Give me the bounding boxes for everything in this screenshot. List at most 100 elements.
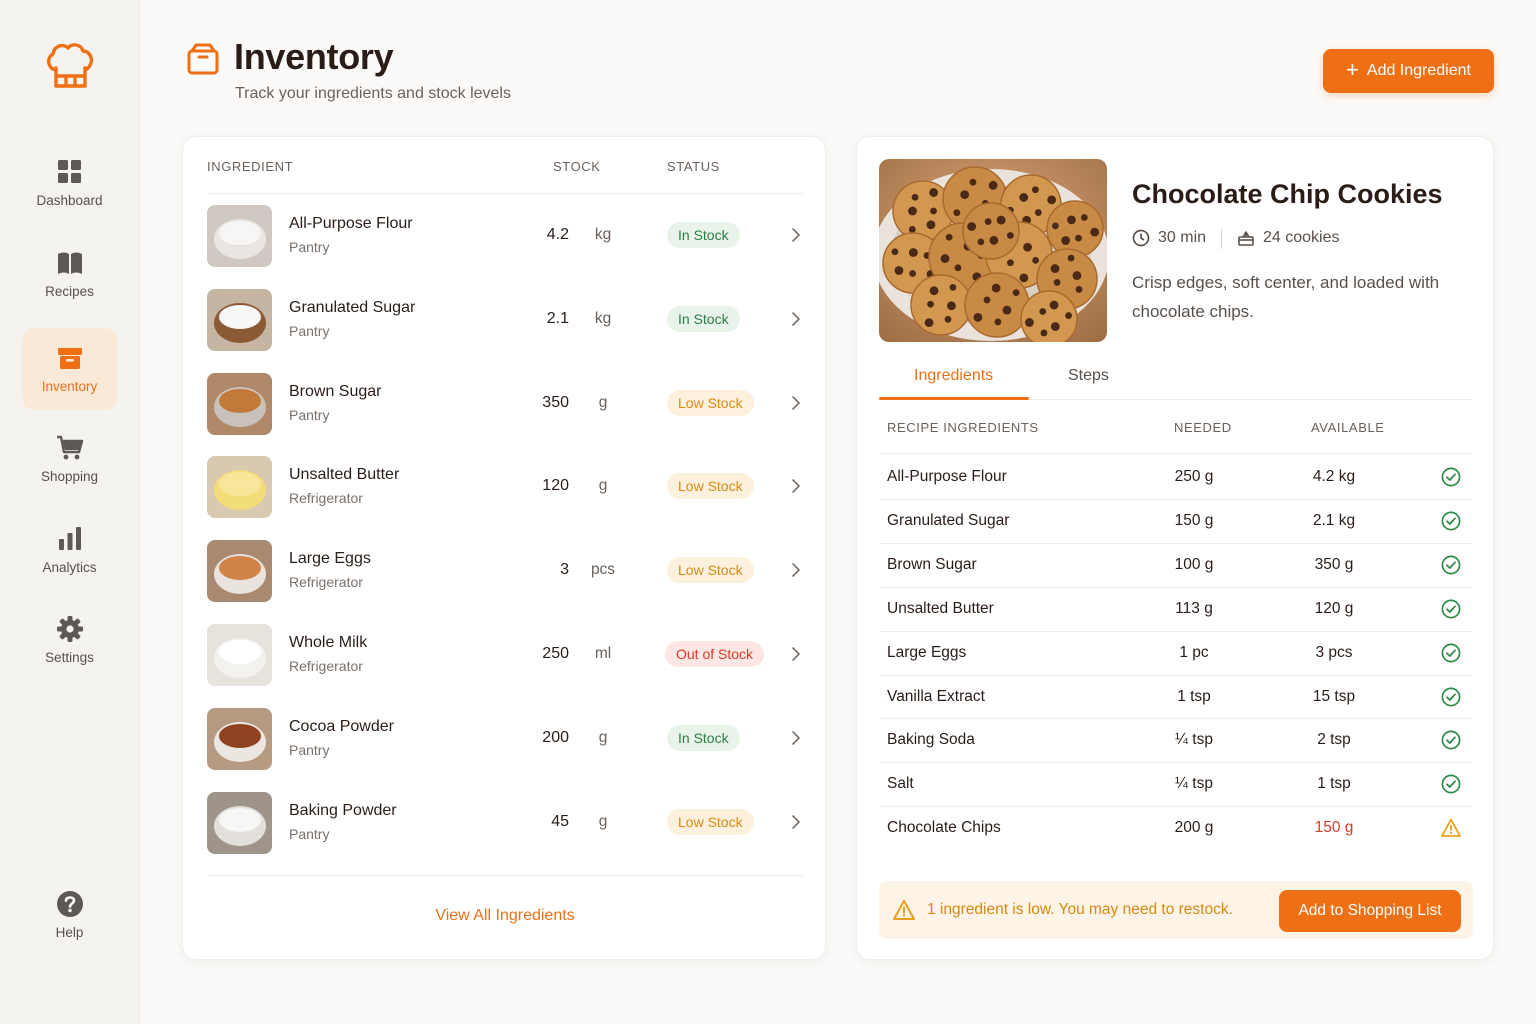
ingredient-location: Pantry xyxy=(289,741,330,758)
recipe-ingredient-row: Chocolate Chips 200 g 150 g xyxy=(879,806,1473,850)
check-circle-icon xyxy=(1441,467,1461,487)
inventory-row[interactable]: All-Purpose Flour Pantry 4.2 kg In Stock xyxy=(207,193,803,277)
ingredient-thumbnail xyxy=(207,288,272,351)
ingredient-name: Granulated Sugar xyxy=(289,298,416,316)
chevron-right-icon[interactable] xyxy=(791,478,801,494)
inventory-row[interactable]: Baking Powder Pantry 45 g Low Stock xyxy=(207,780,803,864)
recipe-ingredient-available: 120 g xyxy=(1314,599,1354,617)
inventory-row[interactable]: Unsalted Butter Refrigerator 120 g Low S… xyxy=(207,444,803,528)
recipe-ingredient-row: Vanilla Extract 1 tsp 15 tsp xyxy=(879,675,1473,719)
divider xyxy=(207,875,803,876)
sidebar-item-settings[interactable]: Settings xyxy=(22,599,117,681)
sidebar-item-recipes[interactable]: Recipes xyxy=(22,233,117,315)
recipe-ingredient-available: 15 tsp xyxy=(1312,687,1356,705)
ingredient-name: All-Purpose Flour xyxy=(289,215,413,232)
ingredient-location: Pantry xyxy=(289,406,330,423)
chevron-right-icon[interactable] xyxy=(791,395,801,411)
ingredient-thumbnail xyxy=(207,205,272,267)
sidebar-item-dashboard[interactable]: Dashboard xyxy=(22,142,117,224)
status-badge: Low Stock xyxy=(667,808,754,835)
inventory-row[interactable]: Brown Sugar Pantry 350 g Low Stock xyxy=(207,361,803,445)
inventory-table-card: INGREDIENT STOCK STATUS All-Purpose Flou… xyxy=(182,136,826,960)
ingredient-quantity: 350 xyxy=(542,393,569,411)
sidebar-item-label: Help xyxy=(55,925,84,940)
recipe-time: 30 min xyxy=(1132,229,1206,247)
ingredient-unit: g xyxy=(598,477,608,495)
recipe-ingredient-name: Granulated Sugar xyxy=(887,511,1010,529)
add-ingredient-button[interactable]: + Add Ingredient xyxy=(1323,49,1494,93)
inventory-row[interactable]: Large Eggs Refrigerator 3 pcs Low Stock xyxy=(207,528,803,612)
ingredient-unit: g xyxy=(598,393,608,411)
recipe-ingredient-needed: 250 g xyxy=(1174,468,1214,485)
recipe-ingredient-available: 350 g xyxy=(1314,555,1354,573)
ingredient-location: Pantry xyxy=(289,825,330,842)
chevron-right-icon[interactable] xyxy=(791,562,801,578)
recipe-ingredient-needed: ¼ tsp xyxy=(1175,775,1213,793)
ingredient-name: Large Eggs xyxy=(289,550,371,568)
recipe-ingredient-name: All-Purpose Flour xyxy=(887,468,1007,485)
low-stock-alert: 1 ingredient is low. You may need to res… xyxy=(879,881,1473,939)
ingredient-thumbnail xyxy=(207,456,272,519)
recipe-ingredient-needed: 100 g xyxy=(1174,555,1214,573)
status-badge: Out of Stock xyxy=(665,641,765,667)
warning-icon xyxy=(1441,818,1461,838)
sidebar: Dashboard Recipes Inventory Shopping Ana… xyxy=(0,0,140,1024)
ingredient-thumbnail xyxy=(207,540,272,603)
check-circle-icon xyxy=(1441,730,1461,750)
page-subtitle: Track your ingredients and stock levels xyxy=(235,85,511,102)
ingredient-unit: kg xyxy=(594,309,612,327)
recipe-ingredient-row: All-Purpose Flour 250 g 4.2 kg xyxy=(879,455,1473,499)
recipe-ingredient-name: Baking Soda xyxy=(887,731,975,749)
recipe-title: Chocolate Chip Cookies xyxy=(1132,179,1443,209)
ingredient-name: Cocoa Powder xyxy=(289,717,394,735)
ingredient-name: Brown Sugar xyxy=(289,382,382,400)
recipe-ingredient-name: Vanilla Extract xyxy=(887,687,985,705)
sidebar-item-shopping[interactable]: Shopping xyxy=(22,418,117,500)
ingredient-unit: g xyxy=(598,812,608,830)
recipe-ingredient-available: 2 tsp xyxy=(1317,731,1351,749)
sidebar-item-label: Dashboard xyxy=(36,193,103,208)
chevron-right-icon[interactable] xyxy=(791,227,801,243)
chef-hat-icon[interactable] xyxy=(44,40,96,90)
ingredient-location: Pantry xyxy=(289,322,330,339)
recipe-ingredient-row: Brown Sugar 100 g 350 g xyxy=(879,543,1473,587)
tab-ingredients[interactable]: Ingredients xyxy=(914,367,993,385)
add-to-shopping-list-button[interactable]: Add to Shopping List xyxy=(1279,890,1461,932)
chevron-right-icon[interactable] xyxy=(791,311,801,327)
ingredient-thumbnail xyxy=(207,791,272,854)
chevron-right-icon[interactable] xyxy=(791,646,801,662)
recipe-ingredient-needed: 1 pc xyxy=(1179,643,1209,661)
status-badge: In Stock xyxy=(667,222,740,248)
ingredient-quantity: 45 xyxy=(551,812,569,830)
status-badge: Low Stock xyxy=(667,557,754,584)
ingredient-location: Refrigerator xyxy=(289,490,363,507)
recipe-ingredient-available: 1 tsp xyxy=(1317,775,1351,793)
status-badge: Low Stock xyxy=(667,473,754,500)
recipe-ingredient-name: Unsalted Butter xyxy=(887,599,994,617)
sidebar-item-analytics[interactable]: Analytics xyxy=(22,509,117,591)
sidebar-item-inventory[interactable]: Inventory xyxy=(22,328,117,410)
recipe-ingredient-name: Brown Sugar xyxy=(887,555,977,573)
chevron-right-icon[interactable] xyxy=(791,814,801,830)
recipe-ingredient-available: 2.1 kg xyxy=(1312,511,1356,529)
recipe-ingredient-row: Salt ¼ tsp 1 tsp xyxy=(879,762,1473,806)
inventory-row[interactable]: Granulated Sugar Pantry 2.1 kg In Stock xyxy=(207,277,803,361)
status-badge: In Stock xyxy=(667,305,740,332)
check-circle-icon xyxy=(1441,774,1461,794)
divider xyxy=(1221,229,1222,249)
ingredient-quantity: 250 xyxy=(542,645,569,662)
recipe-ingredient-row: Large Eggs 1 pc 3 pcs xyxy=(879,631,1473,675)
plus-icon: + xyxy=(1346,57,1359,82)
recipe-ingredient-row: Baking Soda ¼ tsp 2 tsp xyxy=(879,718,1473,762)
tab-steps[interactable]: Steps xyxy=(1068,367,1109,385)
recipe-yield: 24 cookies xyxy=(1237,229,1340,247)
inventory-row[interactable]: Whole Milk Refrigerator 250 ml Out of St… xyxy=(207,612,803,696)
chevron-right-icon[interactable] xyxy=(791,730,801,746)
ingredient-quantity: 200 xyxy=(542,728,569,746)
sidebar-item-label: Recipes xyxy=(45,284,94,299)
sidebar-item-help[interactable]: Help xyxy=(22,874,117,956)
inventory-row[interactable]: Cocoa Powder Pantry 200 g In Stock xyxy=(207,696,803,780)
ingredient-unit: ml xyxy=(594,645,612,662)
ingredient-unit: kg xyxy=(594,226,612,243)
view-all-ingredients-link[interactable]: View All Ingredients xyxy=(183,907,827,925)
